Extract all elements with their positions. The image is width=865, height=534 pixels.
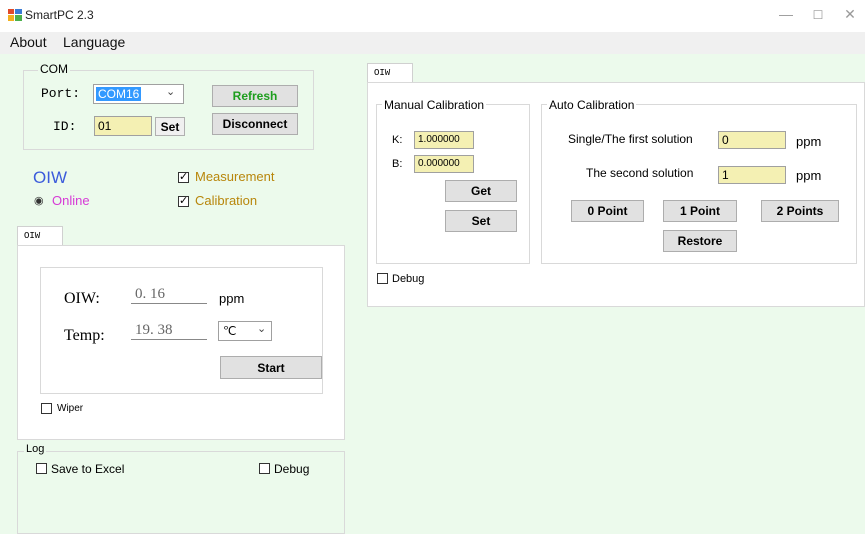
calibration-checkbox[interactable] bbox=[178, 194, 189, 207]
first-solution-unit: ppm bbox=[796, 134, 822, 149]
port-select[interactable]: COM16 ⌄ bbox=[93, 84, 184, 104]
zero-point-button[interactable]: 0 Point bbox=[571, 200, 644, 222]
menu-about[interactable]: About bbox=[8, 34, 49, 50]
maximize-button[interactable]: ☐ bbox=[808, 8, 828, 22]
id-input[interactable]: 01 bbox=[94, 116, 152, 136]
temp-value: 19. 38 bbox=[131, 322, 207, 340]
app-icon bbox=[8, 9, 22, 21]
log-group-label: Log bbox=[24, 443, 47, 455]
device-name-label: OIW bbox=[33, 168, 67, 187]
minimize-button[interactable]: — bbox=[776, 6, 796, 22]
auto-calibration-label: Auto Calibration bbox=[547, 98, 637, 112]
log-debug-label: Debug bbox=[274, 462, 310, 476]
online-radio-icon[interactable]: ◉ bbox=[34, 194, 44, 207]
tab-oiw-right[interactable]: OIW bbox=[367, 63, 413, 83]
restore-button[interactable]: Restore bbox=[663, 230, 737, 252]
first-solution-label: Single/The first solution bbox=[568, 132, 693, 146]
title-bar: SmartPC 2.3 — ☐ ✕ bbox=[0, 0, 865, 32]
com-group bbox=[23, 70, 314, 150]
oiw-unit: ppm bbox=[219, 291, 245, 306]
one-point-button[interactable]: 1 Point bbox=[663, 200, 737, 222]
client-area: COM Port: COM16 ⌄ Refresh ID: 01 Set Dis… bbox=[0, 54, 865, 534]
port-selected-value: COM16 bbox=[96, 87, 142, 101]
tab-oiw-left[interactable]: OIW bbox=[17, 226, 63, 246]
oiw-value: 0. 16 bbox=[131, 286, 207, 304]
right-debug-checkbox[interactable] bbox=[377, 273, 388, 284]
b-label: B: bbox=[392, 158, 403, 170]
oiw-label: OIW: bbox=[64, 290, 100, 307]
temp-label: Temp: bbox=[64, 327, 105, 344]
right-debug-label: Debug bbox=[392, 273, 425, 285]
wiper-checkbox[interactable] bbox=[41, 403, 52, 414]
calibration-label: Calibration bbox=[195, 193, 258, 208]
start-button[interactable]: Start bbox=[220, 356, 322, 379]
port-label: Port: bbox=[41, 86, 81, 101]
id-label: ID: bbox=[53, 119, 77, 134]
k-label: K: bbox=[392, 134, 403, 146]
disconnect-button[interactable]: Disconnect bbox=[212, 113, 298, 135]
wiper-label: Wiper bbox=[57, 403, 84, 414]
k-input[interactable]: 1.000000 bbox=[414, 131, 474, 149]
close-button[interactable]: ✕ bbox=[840, 6, 860, 23]
get-button[interactable]: Get bbox=[445, 180, 517, 202]
b-input[interactable]: 0.000000 bbox=[414, 155, 474, 173]
temp-unit-select[interactable]: ℃ ⌄ bbox=[218, 321, 272, 341]
second-solution-input[interactable]: 1 bbox=[718, 166, 786, 184]
refresh-button[interactable]: Refresh bbox=[212, 85, 298, 107]
first-solution-input[interactable]: 0 bbox=[718, 131, 786, 149]
chevron-down-icon: ⌄ bbox=[257, 323, 267, 335]
manual-calibration-label: Manual Calibration bbox=[382, 98, 487, 112]
measurement-checkbox[interactable] bbox=[178, 170, 189, 183]
temp-unit-value: ℃ bbox=[223, 324, 237, 338]
menu-bar: About Language bbox=[0, 32, 865, 54]
manual-set-button[interactable]: Set bbox=[445, 210, 517, 232]
log-debug-checkbox[interactable] bbox=[259, 463, 270, 474]
menu-language[interactable]: Language bbox=[61, 34, 127, 50]
id-set-button[interactable]: Set bbox=[155, 117, 185, 136]
chevron-down-icon: ⌄ bbox=[166, 86, 176, 98]
second-solution-label: The second solution bbox=[586, 166, 694, 180]
save-excel-checkbox[interactable] bbox=[36, 463, 47, 474]
save-excel-label: Save to Excel bbox=[51, 462, 125, 476]
com-group-label: COM bbox=[38, 62, 70, 76]
measurement-label: Measurement bbox=[195, 169, 275, 184]
two-points-button[interactable]: 2 Points bbox=[761, 200, 839, 222]
online-label: Online bbox=[52, 193, 90, 208]
window-title: SmartPC 2.3 bbox=[25, 8, 94, 22]
second-solution-unit: ppm bbox=[796, 168, 822, 183]
